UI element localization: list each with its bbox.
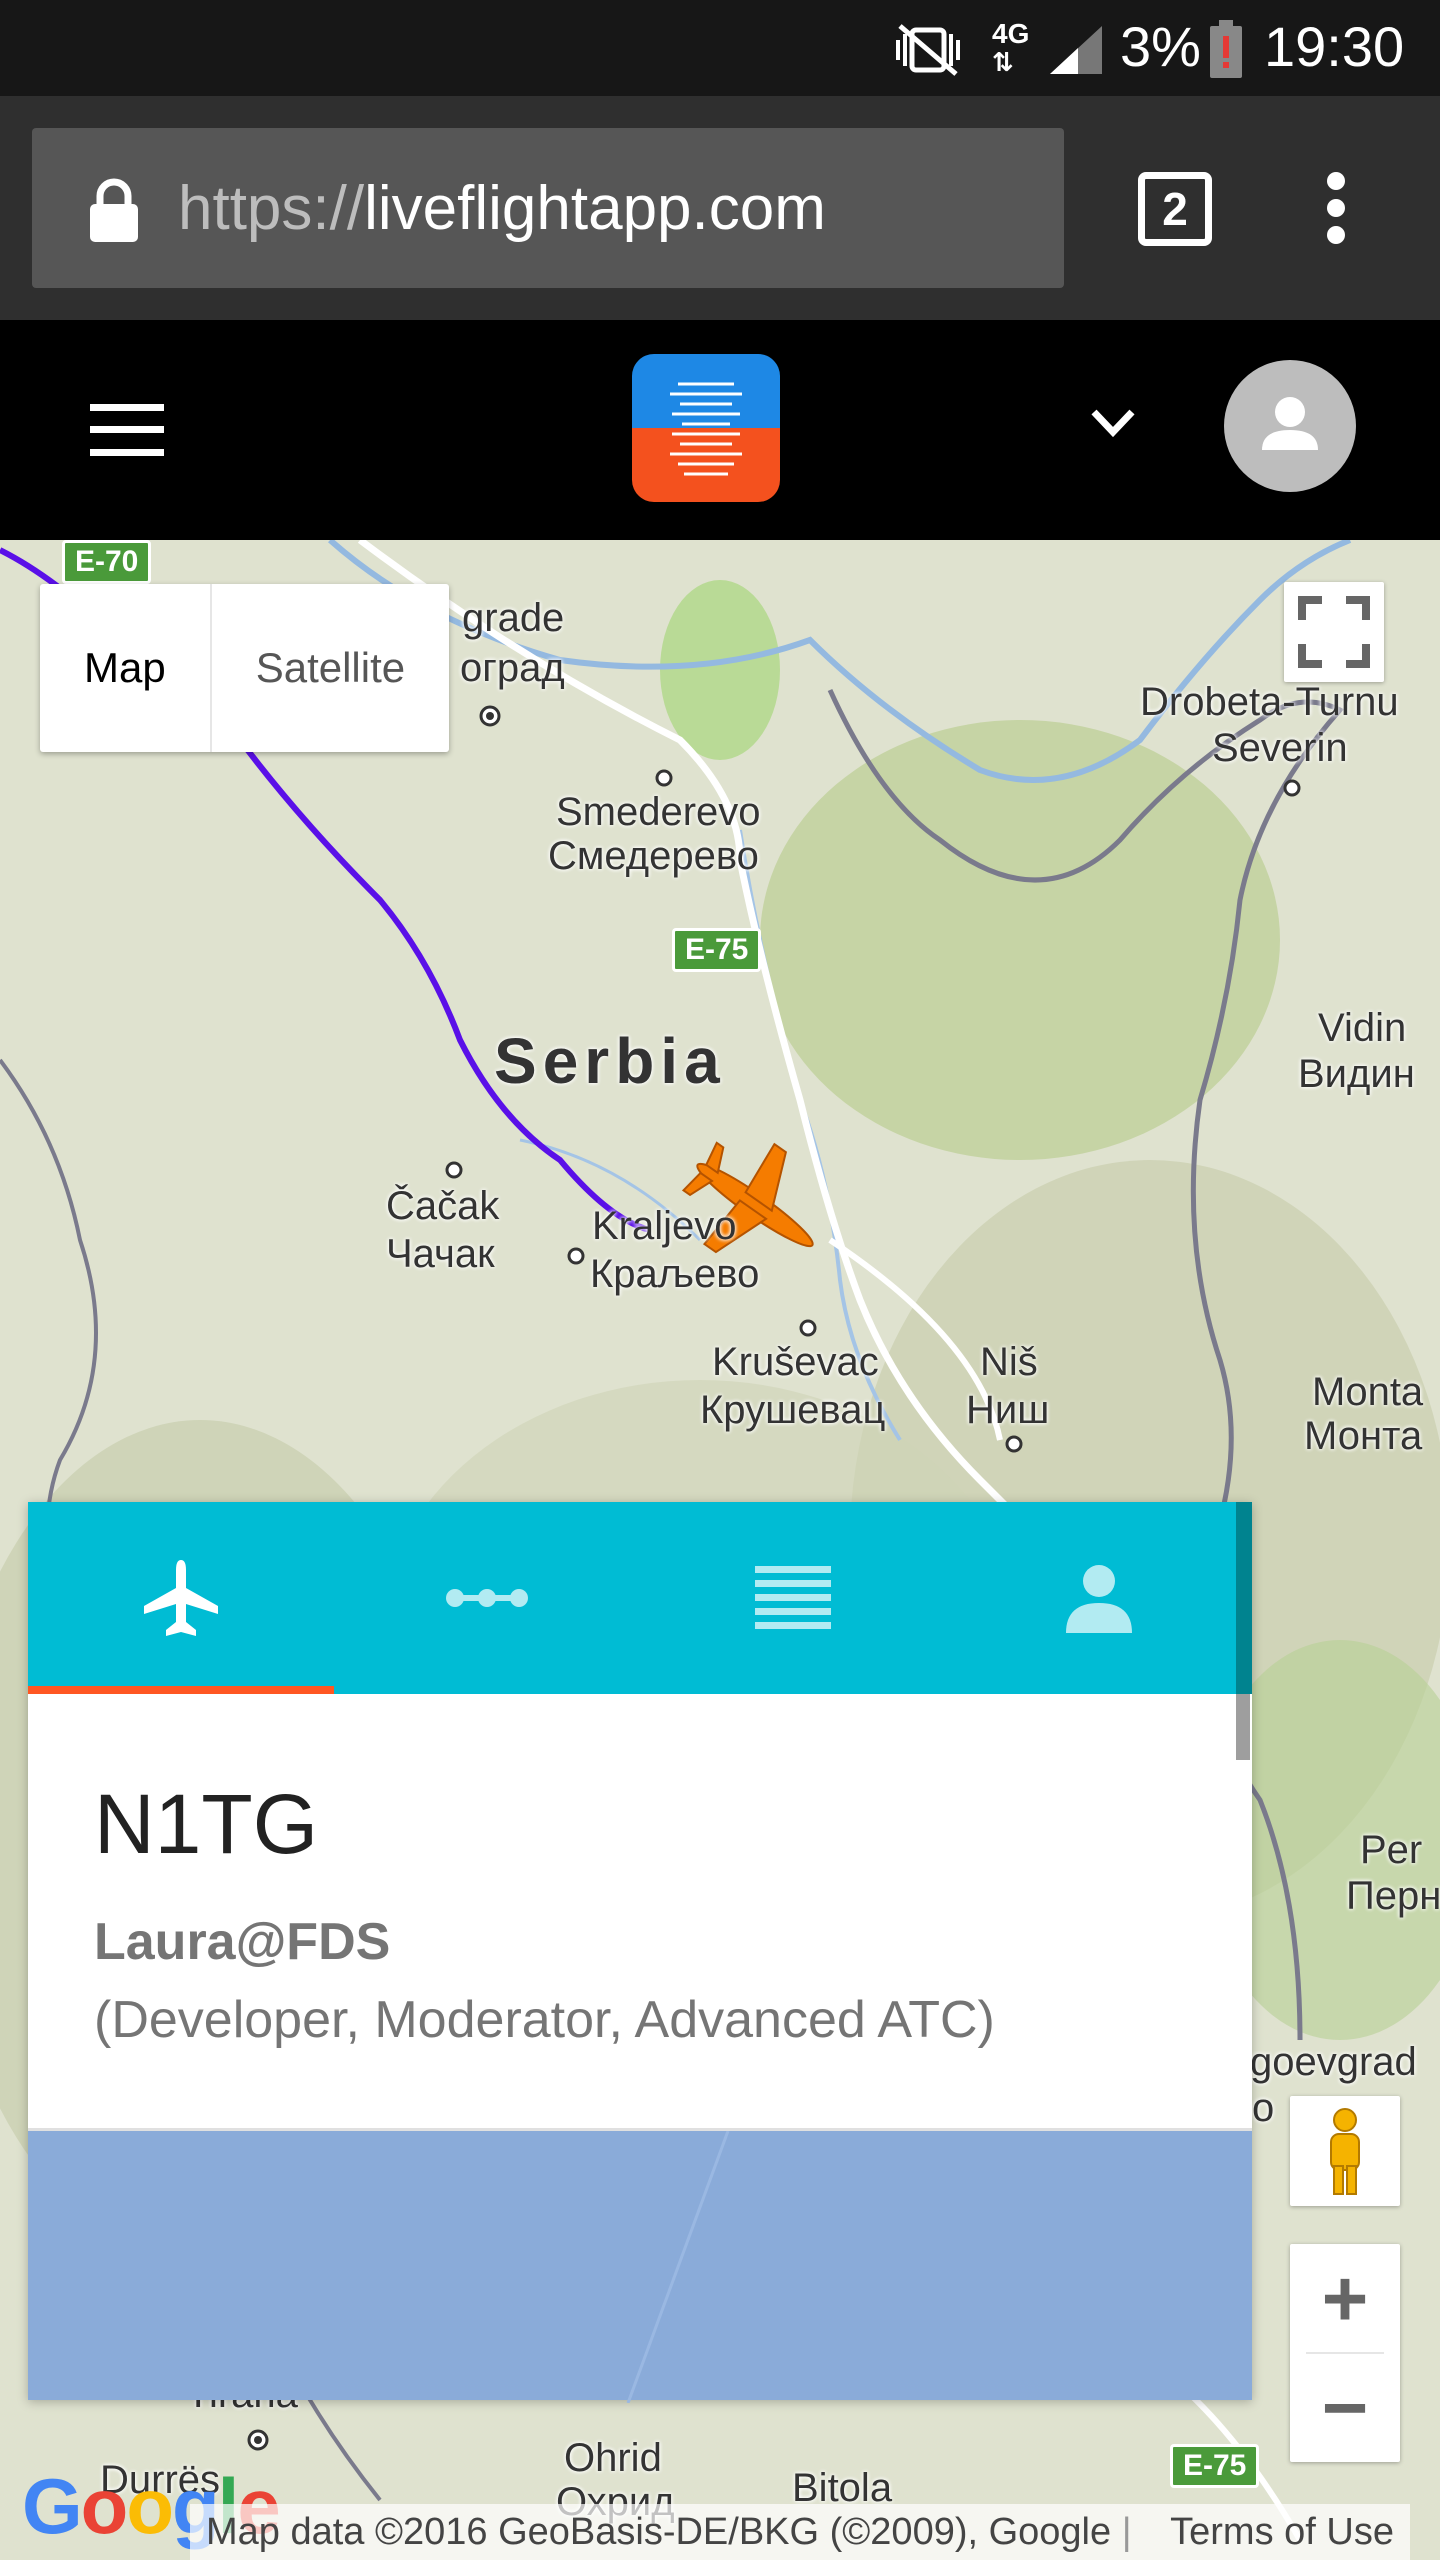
airplane-icon xyxy=(144,1560,218,1636)
battery-percent: 3% xyxy=(1120,15,1201,78)
url-scheme: https:// xyxy=(178,174,365,243)
map-label-goevgrad: goevgrad xyxy=(1250,2040,1417,2084)
map-label-kraljevo-cyr: Краљево xyxy=(590,1252,760,1296)
status-bar: 4G ⇅ 3% 19:30 xyxy=(0,0,1440,96)
tab-switcher-button[interactable]: 2 xyxy=(1138,172,1212,246)
map-label-krusevac: Kruševac xyxy=(712,1340,879,1384)
zoom-divider xyxy=(1306,2352,1384,2354)
aircraft-image-area xyxy=(28,2128,1252,2404)
map-label-serbia: Serbia xyxy=(494,1025,726,1097)
url-text[interactable]: https://liveflightapp.com xyxy=(178,173,826,244)
map-label-vidin-cyr: Видин xyxy=(1298,1052,1415,1096)
network-4g-icon: 4G ⇅ xyxy=(992,18,1030,77)
tab-details[interactable] xyxy=(640,1502,946,1694)
pegman-icon xyxy=(1330,2108,1360,2195)
map-label-drobeta: Drobeta-Turnu xyxy=(1140,680,1399,724)
map-attribution: Map data ©2016 GeoBasis-DE/BKG (©2009), … xyxy=(190,2504,1410,2560)
person-icon xyxy=(1262,397,1318,450)
clock: 19:30 xyxy=(1264,15,1405,78)
road-shield-e70: E-70 xyxy=(62,540,152,584)
panel-tab-bar xyxy=(28,1502,1252,1694)
map-label-montana: Monta xyxy=(1312,1370,1424,1414)
lock-icon xyxy=(90,178,138,242)
flight-info-panel: N1TG Laura@FDS (Developer, Moderator, Ad… xyxy=(28,1502,1252,2404)
browser-toolbar: https://liveflightapp.com 2 xyxy=(0,96,1440,320)
signal-icon xyxy=(1050,26,1102,74)
fullscreen-button[interactable] xyxy=(1284,582,1384,682)
map-label-nis-cyr: Ниш xyxy=(966,1388,1050,1432)
panel-scrollbar[interactable] xyxy=(1236,1694,1250,1760)
map-type-toggle: Map Satellite xyxy=(40,584,450,752)
map-type-map-button[interactable]: Map xyxy=(40,584,212,752)
pilot-username[interactable]: Laura@FDS xyxy=(94,1912,390,1972)
app-header xyxy=(0,320,1440,540)
map-label-smederevo-cyr: Смедерево xyxy=(548,834,759,878)
road-shield-e75: E-75 xyxy=(672,928,762,972)
map-label-severin: Severin xyxy=(1212,726,1348,770)
app-logo[interactable] xyxy=(632,354,780,502)
address-bar[interactable]: https://liveflightapp.com xyxy=(32,128,1064,288)
person-icon xyxy=(1066,1565,1132,1633)
tab-flight[interactable] xyxy=(28,1502,334,1694)
map-label-ohrid: Ohrid xyxy=(564,2436,662,2480)
panel-scrollbar-track xyxy=(1236,1502,1252,1694)
zoom-out-button[interactable]: − xyxy=(1290,2353,1400,2462)
road-shield-e75-south: E-75 xyxy=(1170,2444,1260,2488)
zoom-control: + − xyxy=(1290,2244,1400,2462)
map-label-pernik-cyr: Перн xyxy=(1346,1874,1440,1918)
battery-low-icon xyxy=(1210,20,1242,78)
map-label-nis: Niš xyxy=(980,1340,1038,1384)
zoom-in-button[interactable]: + xyxy=(1290,2244,1400,2353)
fullscreen-icon xyxy=(1298,596,1370,668)
map-label-krusevac-cyr: Крушевац xyxy=(700,1388,886,1432)
sky-image xyxy=(626,2130,730,2404)
network-type-label: 4G xyxy=(992,18,1030,49)
hamburger-menu-icon[interactable] xyxy=(90,404,164,456)
pilot-roles: (Developer, Moderator, Advanced ATC) xyxy=(94,1991,995,2049)
map-label-kraljevo: Kraljevo xyxy=(592,1204,737,1248)
map-label-pernik: Per xyxy=(1360,1828,1423,1872)
map-label-vidin: Vidin xyxy=(1318,1006,1407,1050)
map-data-credit: Map data ©2016 GeoBasis-DE/BKG (©2009), … xyxy=(206,2511,1112,2553)
chevron-down-icon[interactable] xyxy=(1090,408,1136,438)
list-icon xyxy=(755,1566,831,1629)
map-label-smederevo: Smederevo xyxy=(556,790,761,834)
map-label-montana-cyr: Монта xyxy=(1304,1414,1423,1458)
flight-details: N1TG Laura@FDS (Developer, Moderator, Ad… xyxy=(28,1694,1252,2128)
map-label-cacak-cyr: Чачак xyxy=(386,1232,495,1276)
overflow-menu-icon[interactable] xyxy=(1324,172,1348,244)
liveflight-logo-icon xyxy=(632,354,780,502)
flight-callsign: N1TG xyxy=(94,1777,319,1871)
tab-pilot[interactable] xyxy=(946,1502,1252,1694)
mute-vibrate-icon xyxy=(896,24,960,76)
active-tab-indicator xyxy=(28,1686,334,1694)
map-label-goevgrad-cyr: о xyxy=(1252,2086,1275,2130)
terms-of-use-link[interactable]: Terms of Use xyxy=(1170,2511,1394,2553)
tab-route[interactable] xyxy=(334,1502,640,1694)
map-label-belgrade-cyr: оград xyxy=(460,646,565,690)
map-label-cacak: Čačak xyxy=(386,1184,500,1228)
route-icon xyxy=(446,1589,528,1607)
avatar[interactable] xyxy=(1224,360,1356,492)
url-domain: liveflightapp.com xyxy=(364,174,826,243)
map-label-belgrade: grade xyxy=(462,596,565,640)
street-view-button[interactable] xyxy=(1290,2096,1400,2206)
map-type-satellite-button[interactable]: Satellite xyxy=(212,584,449,752)
